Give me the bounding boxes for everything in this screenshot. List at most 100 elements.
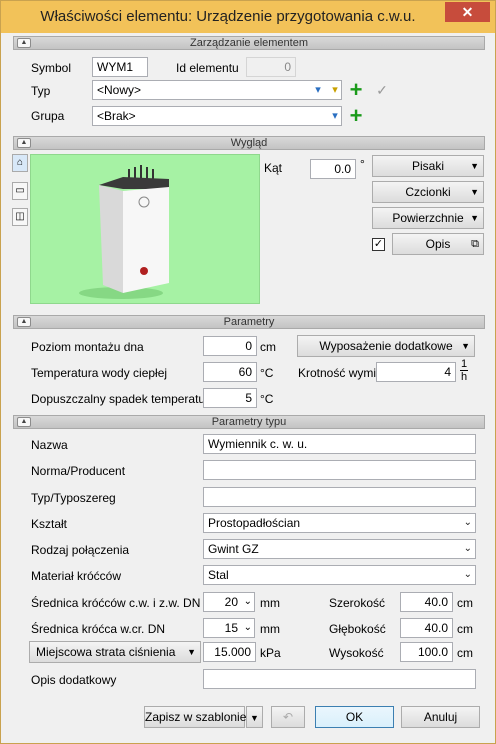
extra-desc-input[interactable] [203,669,476,689]
diam-cwu-unit: mm [260,596,280,610]
producer-input[interactable] [203,460,476,480]
fonts-button[interactable]: Czcionki ▼ [372,181,484,203]
confirm-type-check-icon[interactable]: ✓ [373,81,391,99]
pressure-loss-unit: kPa [260,646,281,660]
section-header-type-parameters[interactable]: ▲ Parametry typu [13,415,485,429]
mount-level-label: Poziom montażu dna [31,340,144,354]
pressure-loss-input[interactable]: 15.000 [203,642,256,662]
chevron-down-icon: ⌄ [463,569,472,580]
surfaces-button-label: Powierzchnie [392,211,464,225]
save-template-button[interactable]: Zapisz w szablonie [144,706,246,728]
shape-select-value: Prostopadłościan [208,516,301,530]
water-temp-unit: °C [260,366,274,380]
group-browse-icon[interactable]: ▾ [326,107,344,125]
connection-select[interactable]: Gwint GZ ⌄ [203,539,476,559]
name-label: Nazwa [31,438,68,452]
water-temp-input[interactable]: 60 [203,362,257,382]
view-3d-icon[interactable]: ⌂ [12,154,28,172]
add-type-plus-icon[interactable]: + [347,79,365,101]
section-title: Zarządzanie elementem [189,37,308,49]
open-icon: ⧉ [471,238,479,250]
section-title: Wygląd [230,137,268,149]
angle-label: Kąt [264,161,283,175]
height-unit: cm [457,646,473,660]
type-label: Typ [31,84,51,98]
section-header-appearance[interactable]: ▲ Wygląd [13,136,485,150]
section-header-management[interactable]: ▲ Zarządzanie elementem [13,36,485,50]
undo-icon[interactable]: ↶ [271,706,305,728]
chevron-down-icon: ▼ [470,161,479,171]
chevron-down-icon: ⌄ [243,622,252,633]
boiler-image [79,165,169,299]
chevron-down-icon: ▼ [250,713,259,723]
mount-level-unit: cm [260,340,276,354]
dialog-body: ▲ Zarządzanie elementem Symbol WYM1 Id e… [9,33,487,738]
material-label: Materiał króćców [31,569,122,583]
temp-drop-unit: °C [260,392,274,406]
depth-input[interactable]: 40.0 [400,618,453,638]
save-template-dropdown[interactable]: ▼ [246,706,263,728]
extra-equipment-button[interactable]: Wyposażenie dodatkowe ▼ [297,335,475,357]
height-label: Wysokość [329,646,384,660]
description-checkbox[interactable]: ✓ [372,238,385,251]
description-button-label: Opis [425,237,451,251]
type-field[interactable]: <Nowy> [92,80,342,100]
diam-wcr-select[interactable]: 15 ⌄ [203,618,255,638]
temp-drop-input[interactable]: 5 [203,388,257,408]
mount-level-input[interactable]: 0 [203,336,257,356]
shape-select[interactable]: Prostopadłościan ⌄ [203,513,476,533]
chevron-down-icon: ▼ [187,647,196,657]
height-input[interactable]: 100.0 [400,642,453,662]
pressure-loss-select[interactable]: Miejscowa strata ciśnienia ▼ [29,641,201,663]
type-browse-icon[interactable]: ▾ [309,81,327,99]
close-button[interactable]: ✕ [445,2,490,22]
exchange-unit-denominator: h [460,371,468,383]
element-id-label: Id elementu [176,61,239,75]
pens-button-label: Pisaki [411,159,444,173]
fonts-button-label: Czcionki [405,185,451,199]
section-header-parameters[interactable]: ▲ Parametry [13,315,485,329]
view-iso-icon[interactable]: ◫ [12,208,28,226]
extra-desc-label: Opis dodatkowy [31,673,117,687]
symbol-label: Symbol [31,61,72,75]
producer-label: Norma/Producent [31,464,126,478]
diam-wcr-label: Średnica króćca w.cr. DN [31,622,166,636]
diam-wcr-value: 15 [224,621,238,635]
diam-cwu-select[interactable]: 20 ⌄ [203,592,255,612]
name-input[interactable]: Wymiennik c. w. u. [203,434,476,454]
cancel-button[interactable]: Anuluj [401,706,480,728]
connection-label: Rodzaj połączenia [31,543,130,557]
symbol-input[interactable]: WYM1 [92,57,148,77]
water-temp-label: Temperatura wody ciepłej [31,366,168,380]
add-group-plus-icon[interactable]: + [347,105,365,127]
width-label: Szerokość [329,596,386,610]
description-button[interactable]: Opis ⧉ [392,233,484,255]
pens-button[interactable]: Pisaki ▼ [372,155,484,177]
diam-wcr-unit: mm [260,622,280,636]
ok-button[interactable]: OK [315,706,394,728]
material-select[interactable]: Stal ⌄ [203,565,476,585]
material-select-value: Stal [208,568,229,582]
properties-window: Właściwości elementu: Urządzenie przygot… [0,0,496,744]
pressure-loss-select-value: Miejscowa strata ciśnienia [36,645,176,659]
window-title: Właściwości elementu: Urządzenie przygot… [40,8,416,25]
width-input[interactable]: 40.0 [400,592,453,612]
chevron-down-icon: ⌄ [243,596,252,607]
diam-cwu-label: Średnica króćców c.w. i z.w. DN [31,596,201,610]
depth-unit: cm [457,622,473,636]
title-bar: Właściwości elementu: Urządzenie przygot… [1,1,495,33]
angle-input[interactable]: 0.0 [310,159,356,179]
group-field[interactable]: <Brak> [92,106,342,126]
temp-drop-label: Dopuszczalny spadek temperatury [31,392,216,406]
exchange-input[interactable]: 4 [376,362,456,382]
chevron-down-icon: ⌄ [463,543,472,554]
surfaces-button[interactable]: Powierzchnie ▼ [372,207,484,229]
extra-equipment-label: Wyposażenie dodatkowe [319,339,453,353]
view-front-icon[interactable]: ▭ [12,182,28,200]
width-unit: cm [457,596,473,610]
diam-cwu-value: 20 [224,595,238,609]
element-preview [30,154,260,304]
chevron-down-icon: ⌄ [463,517,472,528]
type-library-icon[interactable]: ▾ [326,81,344,99]
series-input[interactable] [203,487,476,507]
